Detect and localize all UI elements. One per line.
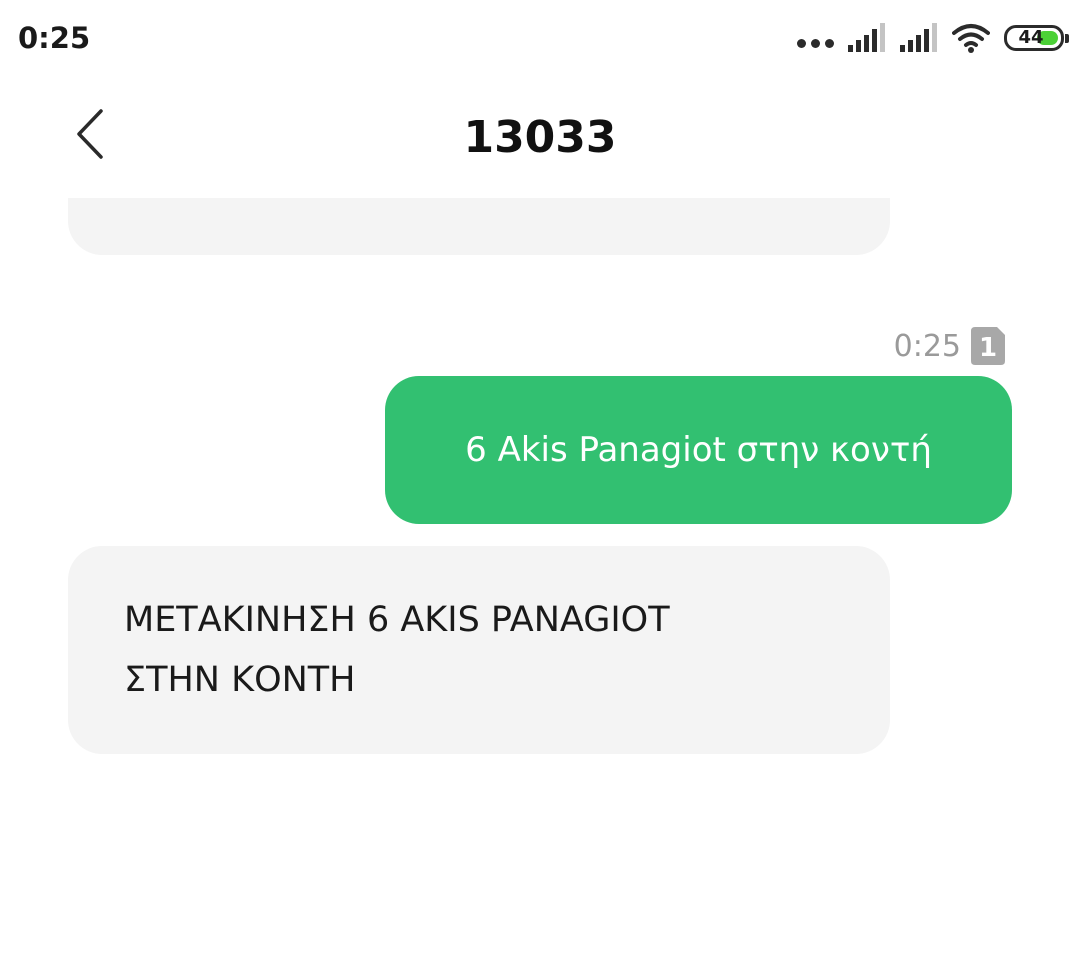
sent-message-text: 6 Akis Panagiot στην κοντή	[465, 430, 932, 470]
status-icons: 44	[797, 18, 1069, 58]
wifi-icon	[952, 24, 990, 53]
conversation-header: 13033	[0, 76, 1080, 198]
status-bar: 0:25 44	[0, 0, 1080, 76]
signal-sim2-icon	[900, 23, 937, 52]
sent-message-bubble[interactable]: 6 Akis Panagiot στην κοντή	[385, 376, 1012, 524]
more-dots-icon	[797, 38, 834, 48]
received-message-line-2: ΣΤΗΝ ΚΟΝΤΗ	[124, 660, 356, 700]
sent-message-meta: 0:25 1	[894, 326, 1005, 366]
battery-level: 44	[1018, 27, 1044, 48]
sim-card-number: 1	[979, 333, 997, 363]
sent-message-time: 0:25	[893, 328, 961, 364]
conversation-title: 13033	[463, 112, 617, 163]
signal-sim1-icon	[848, 23, 885, 52]
received-message-bubble[interactable]: ΜΕΤΑΚΙΝΗΣΗ 6 AKIS PANAGIOT ΣΤΗΝ ΚΟΝΤΗ	[68, 546, 890, 754]
sim-card-icon: 1	[971, 327, 1005, 365]
status-time: 0:25	[18, 21, 91, 55]
battery-icon: 44	[1004, 25, 1069, 51]
received-message-line-1: ΜΕΤΑΚΙΝΗΣΗ 6 AKIS PANAGIOT	[124, 600, 670, 640]
